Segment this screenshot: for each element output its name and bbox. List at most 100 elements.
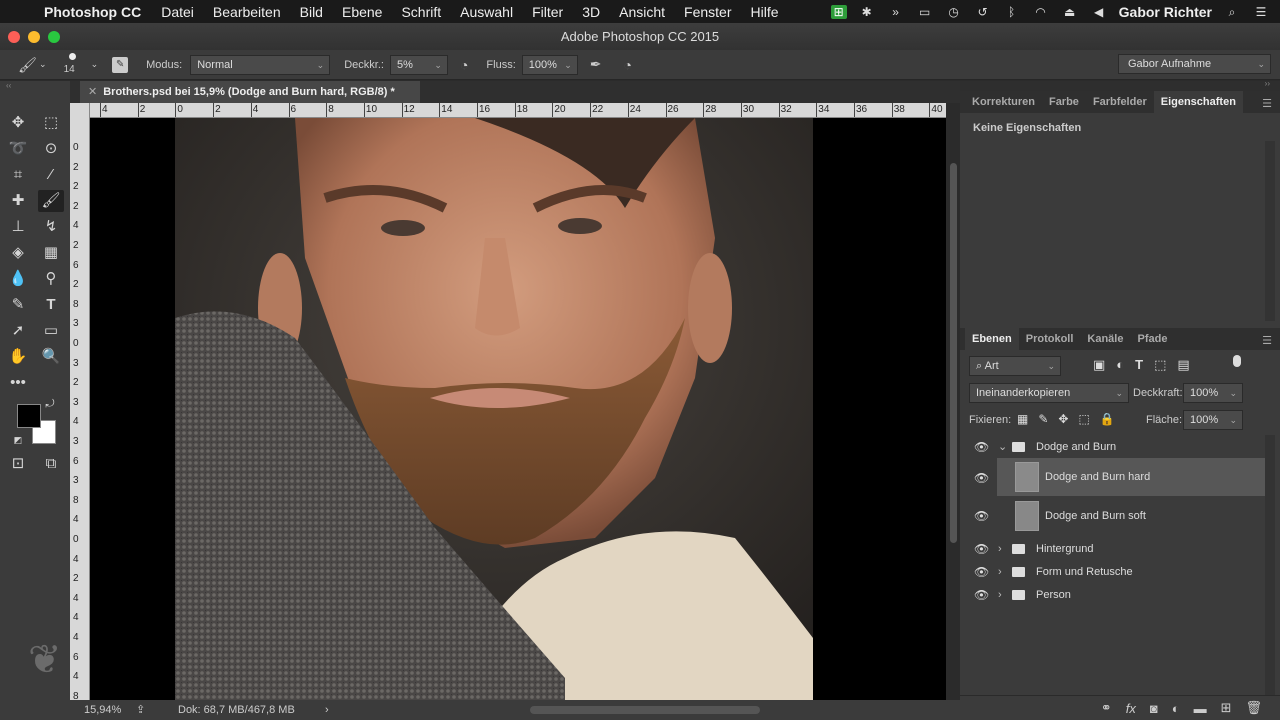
swap-colors-icon[interactable]: ⤾ xyxy=(42,397,58,411)
quick-mask-icon[interactable]: ⊡ xyxy=(5,453,31,475)
visibility-eye-icon[interactable]: 👁 xyxy=(974,497,989,535)
lock-pixels-icon[interactable]: ✎ xyxy=(1038,412,1048,426)
collapse-icon[interactable]: ‹‹ xyxy=(6,81,11,90)
zoom-window-button[interactable] xyxy=(48,31,60,43)
menu-auswahl[interactable]: Auswahl xyxy=(460,4,513,20)
lock-all-icon[interactable]: 🔒 xyxy=(1100,412,1115,426)
layer-row[interactable]: 👁 › Hintergrund xyxy=(960,537,1265,561)
blend-mode-select[interactable]: Ineinanderkopieren ⌄ xyxy=(969,383,1129,403)
search-icon[interactable]: ⌕ xyxy=(1223,5,1241,19)
quick-selection-tool-icon[interactable]: ⊙ xyxy=(38,138,64,160)
chevron-right-icon[interactable]: › xyxy=(998,560,1002,584)
smart-object-filter-icon[interactable]: ▤ xyxy=(1177,357,1189,373)
type-filter-icon[interactable]: T xyxy=(1135,357,1143,373)
eyedropper-tool-icon[interactable]: ⁄ xyxy=(38,164,64,186)
opacity-field[interactable]: 5% ⌄ xyxy=(389,54,448,75)
properties-scrollbar[interactable] xyxy=(1265,141,1275,321)
layers-scrollbar[interactable] xyxy=(1265,435,1275,695)
clock-icon[interactable]: ◷ xyxy=(945,5,963,19)
canvas-vertical-scrollbar[interactable] xyxy=(946,103,960,700)
pressure-opacity-icon[interactable]: ◔ xyxy=(460,57,468,73)
brush-tool-preset-icon[interactable]: 🖌 xyxy=(18,56,37,74)
screen-mode-icon[interactable]: ⧉ xyxy=(38,453,64,475)
lock-position-icon[interactable]: ✥ xyxy=(1058,412,1068,426)
tab-ebenen[interactable]: Ebenen xyxy=(965,328,1019,350)
trash-icon[interactable]: 🗑 xyxy=(1245,700,1262,716)
tab-kanaele[interactable]: Kanäle xyxy=(1080,328,1130,350)
wifi-icon[interactable]: ◠ xyxy=(1032,5,1050,19)
panel-menu-icon[interactable]: ☰ xyxy=(1262,334,1272,347)
document-tab[interactable]: ✕ Brothers.psd bei 15,9% (Dodge and Burn … xyxy=(80,81,420,103)
crop-tool-icon[interactable]: ⌗ xyxy=(5,164,31,186)
eraser-tool-icon[interactable]: ◈ xyxy=(5,242,31,264)
menu-fenster[interactable]: Fenster xyxy=(684,4,731,20)
dodge-tool-icon[interactable]: ⚲ xyxy=(38,268,64,290)
menu-bild[interactable]: Bild xyxy=(300,4,323,20)
brush-tool-icon[interactable]: 🖌 xyxy=(38,190,64,212)
visibility-eye-icon[interactable]: 👁 xyxy=(974,471,989,485)
default-colors-icon[interactable]: ◩ xyxy=(11,433,25,447)
layer-row[interactable]: 👁 Dodge and Burn soft xyxy=(960,497,1265,535)
history-brush-tool-icon[interactable]: ↯ xyxy=(38,216,64,238)
tab-farbe[interactable]: Farbe xyxy=(1042,91,1086,113)
zoom-level[interactable]: 15,94% xyxy=(84,700,121,720)
menu-3d[interactable]: 3D xyxy=(582,4,600,20)
visibility-eye-icon[interactable]: 👁 xyxy=(974,560,989,584)
document-canvas[interactable] xyxy=(90,118,946,700)
monitor-icon[interactable]: ▭ xyxy=(916,5,934,19)
vertical-ruler[interactable]: 02224262830323436384042444648 xyxy=(70,103,90,701)
clone-stamp-tool-icon[interactable]: ⊥ xyxy=(5,216,31,238)
lasso-tool-icon[interactable]: ➰ xyxy=(5,138,31,160)
scroll-thumb[interactable] xyxy=(950,163,957,543)
bug-icon[interactable]: ✱ xyxy=(858,5,876,19)
share-icon[interactable]: ⇪ xyxy=(136,700,145,720)
status-menu-icon[interactable]: › xyxy=(325,700,329,720)
close-window-button[interactable] xyxy=(8,31,20,43)
user-name[interactable]: Gabor Richter xyxy=(1119,4,1212,20)
minimize-window-button[interactable] xyxy=(28,31,40,43)
menu-bearbeiten[interactable]: Bearbeiten xyxy=(213,4,281,20)
menu-datei[interactable]: Datei xyxy=(161,4,194,20)
foreground-color-swatch[interactable] xyxy=(17,404,41,428)
layer-row[interactable]: 👁 › Form und Retusche xyxy=(960,560,1265,584)
chevron-right-icon[interactable]: › xyxy=(998,537,1002,561)
tab-farbfelder[interactable]: Farbfelder xyxy=(1086,91,1154,113)
chevron-down-icon[interactable]: ⌄ xyxy=(39,59,47,70)
volume-icon[interactable]: ◀ xyxy=(1090,5,1108,19)
forward-icon[interactable]: » xyxy=(887,5,905,19)
fx-icon[interactable]: fx xyxy=(1126,701,1136,716)
layer-filter-select[interactable]: ⌕ Art ⌄ xyxy=(969,356,1061,376)
shape-filter-icon[interactable]: ⬚ xyxy=(1154,357,1166,373)
new-layer-icon[interactable]: ⊞ xyxy=(1221,700,1232,716)
close-tab-icon[interactable]: ✕ xyxy=(88,86,97,98)
eject-icon[interactable]: ⏏ xyxy=(1061,5,1079,19)
rectangle-tool-icon[interactable]: ▭ xyxy=(38,320,64,342)
doc-info[interactable]: Dok: 68,7 MB/467,8 MB xyxy=(178,700,295,720)
healing-brush-tool-icon[interactable]: ✚ xyxy=(5,190,31,212)
list-icon[interactable]: ☰ xyxy=(1252,5,1270,19)
menu-schrift[interactable]: Schrift xyxy=(401,4,441,20)
brush-panel-icon[interactable]: ✎ xyxy=(112,56,129,73)
pen-tool-icon[interactable]: ✎ xyxy=(5,294,31,316)
time-machine-icon[interactable]: ↺ xyxy=(974,5,992,19)
workspace-select[interactable]: Gabor Aufnahme ⌄ xyxy=(1118,54,1271,74)
lock-transparency-icon[interactable]: ▦ xyxy=(1017,412,1028,426)
menu-filter[interactable]: Filter xyxy=(532,4,563,20)
blur-tool-icon[interactable]: 💧 xyxy=(5,268,31,290)
tab-protokoll[interactable]: Protokoll xyxy=(1019,328,1081,350)
panel-collapse-bar[interactable]: ›› xyxy=(960,79,1280,91)
filter-toggle-icon[interactable] xyxy=(1233,355,1241,367)
menu-ansicht[interactable]: Ansicht xyxy=(619,4,665,20)
tab-korrekturen[interactable]: Korrekturen xyxy=(965,91,1042,113)
zoom-tool-icon[interactable]: 🔍 xyxy=(38,346,64,368)
layer-opacity-field[interactable]: 100% ⌄ xyxy=(1183,383,1243,403)
brush-size-picker[interactable]: 14 xyxy=(61,50,91,80)
horizontal-ruler[interactable]: 4 2 0 2 4 6 8 10 12 14 16 18 20 22 24 26 28 30 32 34 36 38 40 xyxy=(90,103,946,118)
fill-field[interactable]: 100% ⌄ xyxy=(1183,410,1243,430)
flow-field[interactable]: 100% ⌄ xyxy=(521,54,578,75)
chevron-down-icon[interactable]: ⌄ xyxy=(91,59,99,70)
hand-tool-icon[interactable]: ✋ xyxy=(5,346,31,368)
marquee-tool-icon[interactable]: ⬚ xyxy=(38,112,64,134)
tab-eigenschaften[interactable]: Eigenschaften xyxy=(1153,91,1243,113)
adjustment-filter-icon[interactable]: ◐ xyxy=(1116,357,1124,373)
